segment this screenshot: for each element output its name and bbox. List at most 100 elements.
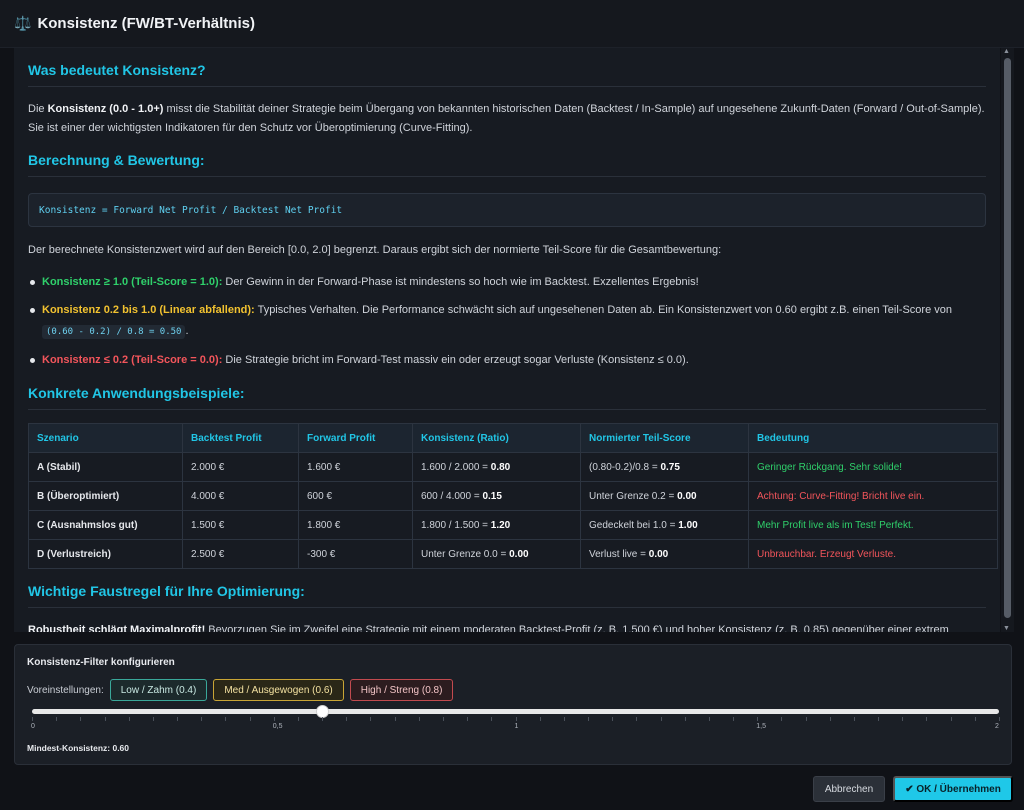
table-cell: Gedeckelt bei 1.0 = 1.00 (580, 510, 749, 540)
slider-tick (297, 717, 299, 721)
filter-title: Konsistenz-Filter konfigurieren (27, 657, 175, 668)
slider-tick (757, 717, 759, 721)
slider-tick (273, 717, 275, 721)
column-header: Bedeutung (748, 423, 998, 453)
list-item: Konsistenz 0.2 bis 1.0 (Linear abfallend… (28, 300, 986, 343)
calculation-intro: Der berechnete Konsistenzwert wird auf d… (28, 244, 722, 256)
slider-tick-label: 2 (995, 723, 999, 730)
consistency-slider[interactable]: 0 0,5 1 1,5 2 (31, 705, 1000, 739)
section-heading: Berechnung & Bewertung: (28, 152, 986, 177)
slider-tick (636, 717, 638, 721)
slider-tick (467, 717, 469, 721)
slider-tick (104, 717, 106, 721)
table-cell: (0.80-0.2)/0.8 = 0.75 (580, 452, 749, 482)
slider-tick (201, 717, 203, 721)
slider-tick (152, 717, 154, 721)
presets-label: Voreinstellungen: (27, 684, 104, 696)
table-cell: 4.000 € (182, 481, 299, 511)
slider-tick-label: 0 (31, 723, 35, 730)
preset-low-button[interactable]: Low / Zahm (0.4) (109, 679, 208, 701)
slider-tick (612, 717, 614, 721)
min-consistency-label: Mindest-Konsistenz: 0.60 (27, 743, 130, 753)
slider-tick (588, 717, 590, 721)
slider-tick (322, 717, 324, 721)
table-cell: Mehr Profit live als im Test! Perfekt. (748, 510, 998, 540)
slider-tick (128, 717, 130, 721)
ok-button[interactable]: ✔ OK / Übernehmen (893, 776, 1013, 802)
slider-tick (853, 717, 855, 721)
slider-tick (418, 717, 420, 721)
table-cell: Verlust live = 0.00 (580, 539, 749, 569)
slider-tick (515, 717, 517, 721)
definition-text: Die Konsistenz (0.0 - 1.0+) misst die St… (28, 103, 985, 134)
examples-table: Szenario Backtest Profit Forward Profit … (28, 423, 998, 569)
inline-code: (0.60 - 0.2) / 0.8 = 0.50 (42, 325, 186, 339)
slider-tick (225, 717, 227, 721)
slider-tick (781, 717, 783, 721)
cancel-button[interactable]: Abbrechen (813, 776, 885, 802)
slider-tick (974, 717, 976, 721)
slider-tick (660, 717, 662, 721)
section-heading: Wichtige Faustregel für Ihre Optimierung… (28, 583, 986, 608)
preset-high-button[interactable]: High / Streng (0.8) (349, 679, 454, 701)
scroll-up-icon[interactable]: ▲ (1003, 48, 1010, 55)
preset-med-button[interactable]: Med / Ausgewogen (0.6) (213, 679, 344, 701)
slider-tick (684, 717, 686, 721)
rule-text: Robustheit schlägt Maximalprofit! Bevorz… (28, 624, 949, 632)
filter-panel: Konsistenz-Filter konfigurieren Voreinst… (14, 644, 1012, 765)
column-header: Backtest Profit (182, 423, 299, 453)
slider-tick (370, 717, 372, 721)
table-row: C (Ausnahmslos gut) 1.500 €1.800 €1.800 /… (28, 510, 998, 540)
slider-tick (708, 717, 710, 721)
slider-tick (950, 717, 952, 721)
slider-tick (177, 717, 179, 721)
presets-row: Voreinstellungen: Low / Zahm (0.4) Med /… (27, 679, 999, 701)
slider-tick (80, 717, 82, 721)
scroll-down-icon[interactable]: ▼ (1003, 625, 1010, 632)
column-header: Normierter Teil-Score (580, 423, 749, 453)
slider-tick (926, 717, 928, 721)
vertical-scrollbar[interactable]: ▲ ▼ (1001, 48, 1014, 632)
slider-tick (999, 717, 1000, 721)
slider-tick (539, 717, 541, 721)
slider-tick (805, 717, 807, 721)
slider-tick-label: 1,5 (756, 723, 766, 730)
slider-tick (563, 717, 565, 721)
score-rules-list: Konsistenz ≥ 1.0 (Teil-Score = 1.0): Der… (28, 272, 986, 371)
table-row: D (Verlustreich) 2.500 € -300 € Unter Grenz… (28, 539, 998, 569)
table-cell: 2.000 € (182, 452, 299, 482)
slider-tick (878, 717, 880, 721)
table-cell: 1.600 € (298, 452, 413, 482)
slider-track[interactable] (32, 709, 999, 714)
table-cell: 1.800 € (298, 510, 413, 540)
slider-tick (32, 717, 33, 721)
table-cell: -300 € (298, 539, 413, 569)
table-cell: 600 € (298, 481, 413, 511)
table-cell: 1.500 € (182, 510, 299, 540)
formula-box: Konsistenz = Forward Net Profit / Backte… (28, 193, 986, 227)
table-cell: A (Stabil) (28, 452, 183, 482)
slider-tick-label: 1 (514, 723, 519, 730)
scales-icon: ⚖️ (14, 15, 32, 31)
section-heading: Was bedeutet Konsistenz? (28, 62, 986, 87)
table-cell: 1.600 / 2.000 = 0.80 (412, 452, 581, 482)
slider-tick (346, 717, 348, 721)
table-cell: Unbrauchbar. Erzeugt Verluste. (748, 539, 998, 569)
list-item: Konsistenz ≤ 0.2 (Teil-Score = 0.0): Die… (28, 350, 986, 371)
list-item: Konsistenz ≥ 1.0 (Teil-Score = 1.0): Der… (28, 272, 986, 293)
table-row: A (Stabil) 2.000 €1.600 €1.600 / 2.000 = … (28, 452, 998, 482)
column-header: Szenario (28, 423, 183, 453)
slider-tick (249, 717, 251, 721)
slider-tick (902, 717, 904, 721)
slider-tick (394, 717, 396, 721)
section-definition: Was bedeutet Konsistenz? Die Konsistenz … (28, 62, 986, 138)
table-cell: 2.500 € (182, 539, 299, 569)
help-content[interactable]: Was bedeutet Konsistenz? Die Konsistenz … (14, 48, 1000, 632)
slider-tick-label: 0,5 (272, 723, 283, 730)
slider-tick (829, 717, 831, 721)
scrollbar-thumb[interactable] (1004, 58, 1011, 618)
slider-tick (733, 717, 735, 721)
slider-tick (56, 717, 58, 721)
table-cell: Unter Grenze 0.2 = 0.00 (580, 481, 749, 511)
table-cell: 600 / 4.000 = 0.15 (412, 481, 581, 511)
